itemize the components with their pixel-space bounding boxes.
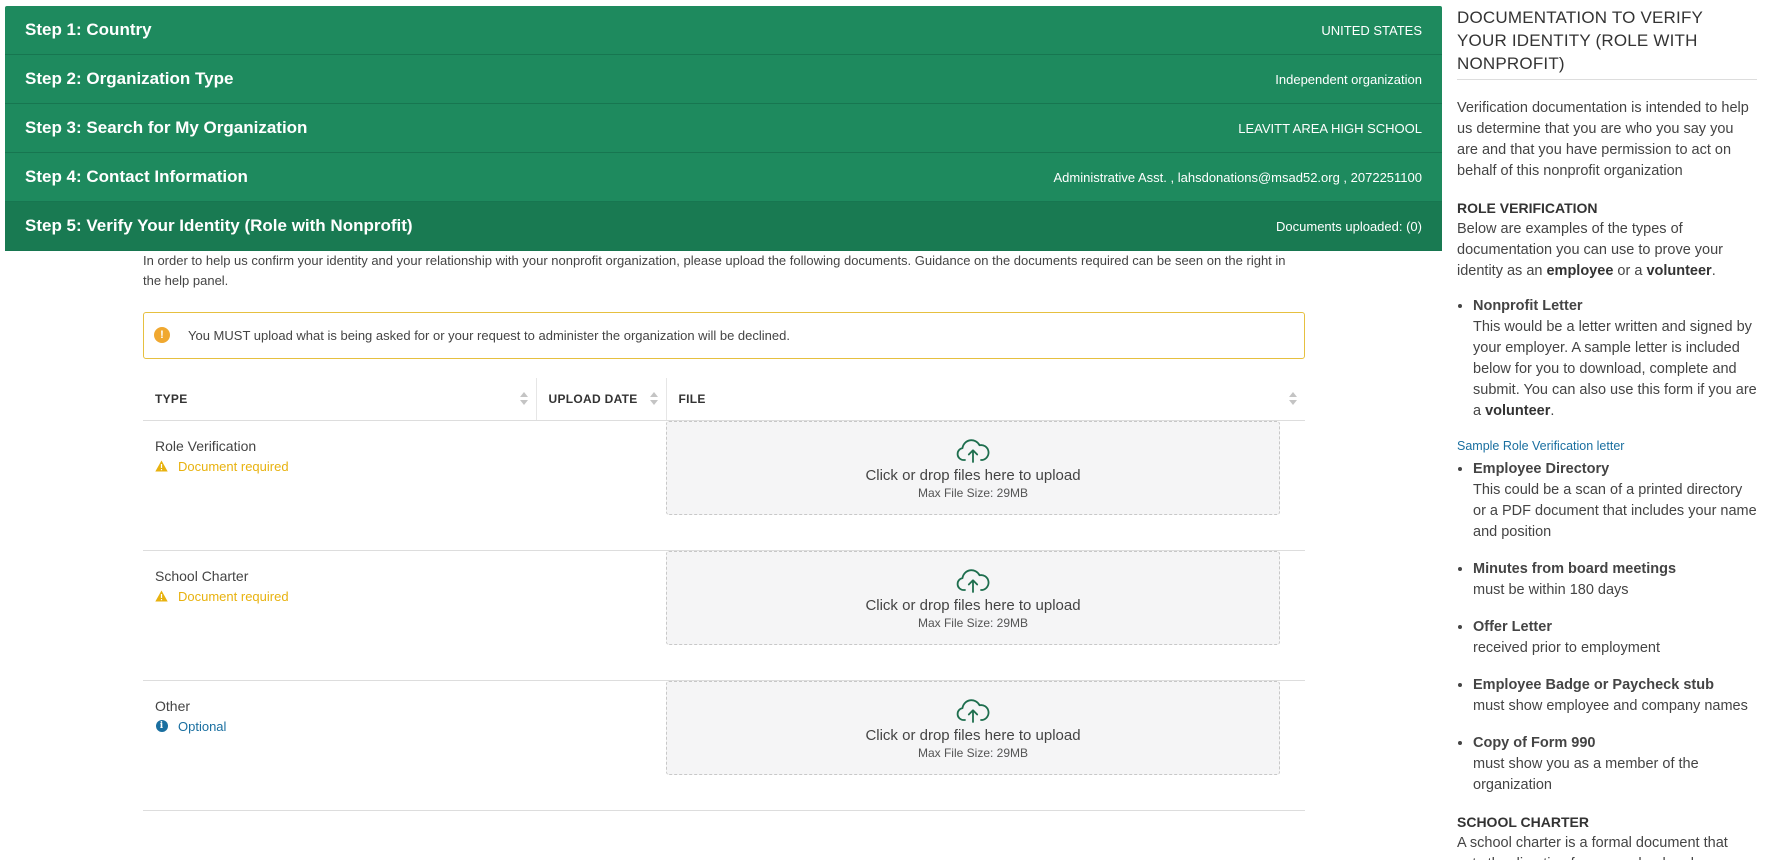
column-header-upload-date[interactable]: UPLOAD DATE [536, 378, 667, 421]
help-title: DOCUMENTATION TO VERIFY YOUR IDENTITY (R… [1457, 6, 1757, 80]
document-type-name: School Charter [155, 567, 249, 584]
help-panel: DOCUMENTATION TO VERIFY YOUR IDENTITY (R… [1457, 6, 1757, 860]
role-verification-heading: ROLE VERIFICATION [1457, 200, 1598, 216]
column-header-file[interactable]: FILE [666, 378, 1305, 421]
document-status: i Optional [155, 717, 524, 736]
warning-triangle-icon [155, 590, 168, 603]
step-title: Step 3: Search for My Organization [25, 118, 308, 137]
step-value: Administrative Asst. , lahsdonations@msa… [1053, 169, 1422, 185]
documents-table: TYPE UPLOAD DATE FILE Role Verification [143, 378, 1305, 811]
list-item: Copy of Form 990 must show you as a memb… [1473, 733, 1757, 796]
list-item-desc: This could be a scan of a printed direct… [1473, 482, 1757, 540]
sample-letter-link[interactable]: Sample Role Verification letter [1457, 436, 1757, 457]
document-status-label: Document required [178, 588, 289, 604]
document-status-label: Optional [178, 718, 227, 734]
warning-alert: ! You MUST upload what is being asked fo… [143, 312, 1305, 359]
column-header-label: FILE [678, 391, 706, 406]
school-charter-text: A school charter is a formal document th… [1457, 835, 1728, 860]
list-item-title: Employee Directory [1473, 461, 1610, 477]
info-icon: i [155, 720, 168, 733]
sort-icon[interactable] [1289, 390, 1297, 408]
sort-icon[interactable] [649, 390, 658, 408]
steps-accordion: Step 1: Country UNITED STATES Step 2: Or… [5, 6, 1442, 251]
documents-uploaded-count: Documents uploaded: (0) [1276, 218, 1422, 234]
list-item-title: Copy of Form 990 [1473, 735, 1596, 751]
step-search-organization[interactable]: Step 3: Search for My Organization LEAVI… [5, 104, 1442, 153]
role-docs-list: Nonprofit Letter This would be a letter … [1457, 296, 1757, 422]
dropzone-text: Click or drop files here to upload [865, 596, 1081, 614]
step-title: Step 4: Contact Information [25, 167, 248, 186]
max-file-size: Max File Size: 29MB [917, 745, 1029, 760]
max-file-size: Max File Size: 29MB [917, 615, 1029, 630]
step-title: Step 5: Verify Your Identity (Role with … [25, 216, 413, 235]
step-value: UNITED STATES [1321, 22, 1422, 38]
table-row: Role Verification Document required Clic… [143, 420, 1305, 551]
document-status: Document required [155, 457, 524, 476]
cloud-upload-icon [956, 568, 990, 595]
column-header-label: TYPE [155, 391, 188, 406]
dropzone-text: Click or drop files here to upload [865, 726, 1081, 744]
file-dropzone[interactable]: Click or drop files here to upload Max F… [666, 420, 1280, 515]
list-item: Nonprofit Letter This would be a letter … [1473, 296, 1757, 422]
upload-date-cell [536, 420, 666, 551]
step-country[interactable]: Step 1: Country UNITED STATES [5, 6, 1442, 55]
list-item-desc: must show you as a member of the organiz… [1473, 756, 1699, 793]
step-value: Independent organization [1275, 71, 1422, 87]
exclamation-icon: ! [154, 326, 170, 343]
upload-date-cell [536, 680, 666, 811]
list-item: Minutes from board meetings must be with… [1473, 559, 1757, 601]
school-charter-heading: SCHOOL CHARTER [1457, 814, 1589, 830]
intro-text: In order to help us confirm your identit… [143, 253, 1286, 288]
list-item-title: Employee Badge or Paycheck stub [1473, 677, 1714, 693]
list-item: Employee Directory This could be a scan … [1473, 459, 1757, 543]
document-type-name: Other [155, 697, 191, 714]
document-type-name: Role Verification [155, 437, 257, 454]
column-header-label: UPLOAD DATE [548, 391, 638, 406]
role-verification-text: Below are examples of the types of docum… [1457, 221, 1723, 279]
verify-identity-panel: In order to help us confirm your identit… [143, 251, 1305, 811]
list-item-desc: must be within 180 days [1473, 582, 1629, 598]
list-item-desc: received prior to employment [1473, 640, 1660, 656]
document-status-label: Document required [178, 458, 289, 474]
list-item: Employee Badge or Paycheck stub must sho… [1473, 675, 1757, 717]
upload-date-cell [536, 550, 666, 681]
step-title: Step 2: Organization Type [25, 69, 234, 88]
max-file-size: Max File Size: 29MB [917, 485, 1029, 500]
step-value: LEAVITT AREA HIGH SCHOOL [1238, 120, 1422, 136]
cloud-upload-icon [956, 698, 990, 725]
list-item-title: Offer Letter [1473, 619, 1552, 635]
step-organization-type[interactable]: Step 2: Organization Type Independent or… [5, 55, 1442, 104]
file-dropzone[interactable]: Click or drop files here to upload Max F… [666, 550, 1280, 645]
file-dropzone[interactable]: Click or drop files here to upload Max F… [666, 680, 1280, 775]
list-item-title: Nonprofit Letter [1473, 298, 1583, 314]
sort-icon[interactable] [519, 390, 528, 408]
step-title: Step 1: Country [25, 20, 152, 39]
table-row: School Charter Document required Click o… [143, 550, 1305, 681]
column-header-type[interactable]: TYPE [143, 378, 537, 421]
help-intro: Verification documentation is intended t… [1457, 100, 1749, 179]
warning-triangle-icon [155, 460, 168, 473]
step-contact-information[interactable]: Step 4: Contact Information Administrati… [5, 153, 1442, 202]
dropzone-text: Click or drop files here to upload [865, 466, 1081, 484]
role-docs-list-more: Employee Directory This could be a scan … [1457, 459, 1757, 796]
cloud-upload-icon [956, 438, 990, 465]
document-status: Document required [155, 587, 524, 606]
step-verify-identity[interactable]: Step 5: Verify Your Identity (Role with … [5, 202, 1442, 251]
table-row: Other i Optional Click or drop files her… [143, 680, 1305, 811]
alert-text: You MUST upload what is being asked for … [188, 328, 790, 343]
list-item: Offer Letter received prior to employmen… [1473, 617, 1757, 659]
list-item-title: Minutes from board meetings [1473, 561, 1677, 577]
list-item-desc: must show employee and company names [1473, 698, 1748, 714]
